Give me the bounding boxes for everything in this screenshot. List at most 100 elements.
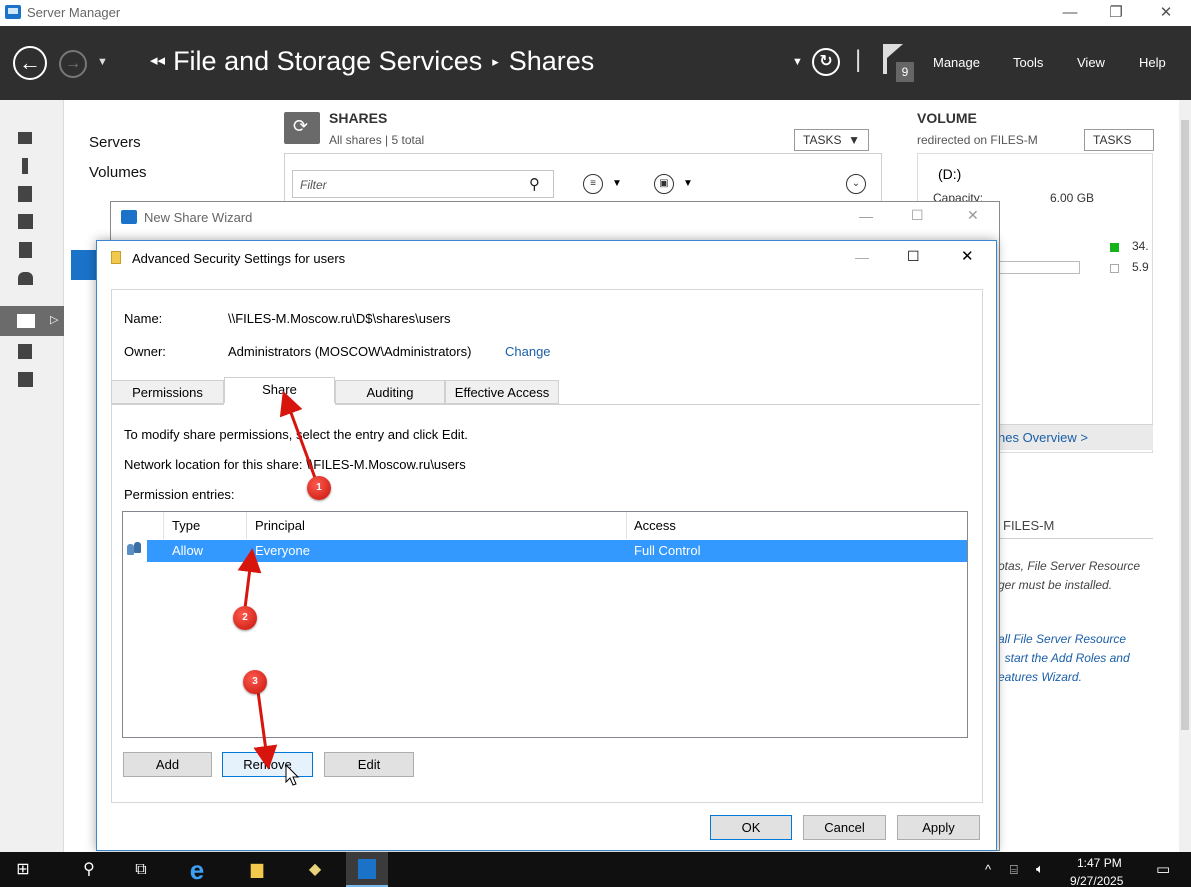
cancel-button[interactable]: Cancel xyxy=(803,815,886,840)
column-header-access[interactable]: Access xyxy=(634,518,676,533)
instruction-text: To modify share permissions, select the … xyxy=(124,427,468,442)
mouse-cursor-icon xyxy=(285,764,300,786)
all-servers-icon[interactable] xyxy=(18,186,34,202)
fsrm-server-title: FILES-M xyxy=(1003,518,1055,533)
wizard-maximize-button[interactable]: ☐ xyxy=(911,207,924,224)
fsrm-install-link-1[interactable]: all File Server Resource xyxy=(998,632,1126,646)
server-manager-taskbar-button[interactable] xyxy=(346,852,388,887)
column-separator xyxy=(626,512,627,539)
volume-tasks-button[interactable]: TASKS xyxy=(1084,129,1154,151)
shares-icon xyxy=(284,112,320,144)
role-icon[interactable] xyxy=(18,270,34,286)
name-label: Name: xyxy=(124,311,163,326)
tab-effective-access[interactable]: Effective Access xyxy=(445,380,559,404)
dns-icon[interactable] xyxy=(18,242,34,258)
forward-arrow-icon[interactable]: → xyxy=(59,50,87,78)
start-windows-icon[interactable]: ⊞ xyxy=(12,859,34,881)
scrollbar-thumb[interactable] xyxy=(1181,120,1189,730)
tab-permissions[interactable]: Permissions xyxy=(111,380,224,404)
column-header-principal[interactable]: Principal xyxy=(255,518,305,533)
breadcrumb-root[interactable]: File and Storage Services xyxy=(173,46,482,76)
server-manager-icon xyxy=(5,5,21,19)
local-server-icon[interactable] xyxy=(18,158,34,174)
save-query-icon[interactable]: ▣ xyxy=(654,174,674,194)
column-header-type[interactable]: Type xyxy=(172,518,200,533)
clock-date[interactable]: 9/27/2025 xyxy=(1070,874,1123,885)
shares-filter-input[interactable]: Filter ⚲ xyxy=(292,170,554,198)
capacity-bar xyxy=(994,261,1080,274)
volumes-overview-link[interactable]: nes Overview > xyxy=(998,430,1088,445)
main-scrollbar[interactable] xyxy=(1179,100,1191,852)
notifications-flag-icon[interactable]: 9 xyxy=(883,44,914,82)
apply-button[interactable]: Apply xyxy=(897,815,980,840)
row-type: Allow xyxy=(172,543,204,558)
action-center-icon[interactable]: ▭ xyxy=(1156,860,1170,878)
back-arrow-icon[interactable]: ← xyxy=(13,46,47,80)
shares-subtitle: All shares | 5 total xyxy=(329,133,425,147)
annotation-marker-2: 2 xyxy=(233,606,257,630)
list-options-icon[interactable]: ≡ xyxy=(583,174,603,194)
powershell-icon[interactable]: ◆ xyxy=(304,859,326,881)
menu-view[interactable]: View xyxy=(1077,55,1105,70)
search-icon[interactable]: ⚲ xyxy=(529,175,540,193)
internet-explorer-icon[interactable]: e xyxy=(186,857,208,883)
network-location-text: Network location for this share: \\FILES… xyxy=(124,457,466,472)
search-icon[interactable]: ⚲ xyxy=(78,859,100,881)
nav-servers[interactable]: Servers xyxy=(89,134,141,151)
used-space-value: 34. xyxy=(1132,239,1149,253)
icon-rail: ▷ xyxy=(0,100,64,852)
nav-volumes[interactable]: Volumes xyxy=(89,164,147,181)
add-button[interactable]: Add xyxy=(123,752,212,777)
wizard-title: New Share Wizard xyxy=(144,210,253,225)
volume-muted-icon[interactable]: 🔈︎ xyxy=(1036,861,1044,877)
expand-icon[interactable]: ⌄ xyxy=(846,174,866,194)
task-view-icon[interactable]: ⧉ xyxy=(130,859,152,881)
server-manager-header: ← → ▼ ◂◂ File and Storage Services ▸ Shares… xyxy=(0,26,1191,100)
volume-drive: (D:) xyxy=(938,166,962,182)
iis-icon[interactable] xyxy=(18,344,34,360)
wizard-minimize-button[interactable]: — xyxy=(859,208,873,224)
file-explorer-icon[interactable]: ▆ xyxy=(246,859,268,881)
edit-button[interactable]: Edit xyxy=(324,752,414,777)
dialog-close-button[interactable]: ✕ xyxy=(961,247,974,265)
shares-tasks-button[interactable]: TASKS ▼ xyxy=(794,129,870,151)
history-dropdown-icon[interactable]: ▼ xyxy=(97,56,108,68)
network-icon[interactable]: ⌸ xyxy=(1010,862,1018,878)
clock-time[interactable]: 1:47 PM xyxy=(1077,856,1122,870)
breadcrumb-dropdown-icon[interactable]: ▼ xyxy=(792,56,803,68)
owner-change-link[interactable]: Change xyxy=(505,344,551,359)
breadcrumb: ◂◂ File and Storage Services ▸ Shares xyxy=(150,46,594,77)
menu-manage[interactable]: Manage xyxy=(933,55,980,70)
tab-auditing[interactable]: Auditing xyxy=(335,380,445,404)
dashboard-icon[interactable] xyxy=(18,130,34,146)
free-space-swatch xyxy=(1110,264,1119,273)
restore-button[interactable]: ❐ xyxy=(1096,2,1136,24)
minimize-button[interactable]: — xyxy=(1050,2,1090,24)
menu-help[interactable]: Help xyxy=(1139,55,1166,70)
fsrm-install-link-3[interactable]: eatures Wizard. xyxy=(998,670,1082,684)
folder-icon xyxy=(111,251,121,264)
file-storage-services-icon[interactable]: ▷ xyxy=(0,306,64,336)
ok-button[interactable]: OK xyxy=(710,815,792,840)
dialog-maximize-button[interactable]: ☐ xyxy=(907,248,920,265)
close-button[interactable]: ✕ xyxy=(1146,2,1186,24)
breadcrumb-page: Shares xyxy=(508,46,595,76)
dialog-minimize-button[interactable]: — xyxy=(855,249,869,265)
table-row[interactable]: Allow Everyone Full Control xyxy=(147,540,967,562)
remote-access-icon[interactable] xyxy=(18,372,34,388)
owner-value: Administrators (MOSCOW\Administrators) xyxy=(228,344,472,359)
ad-ds-icon[interactable] xyxy=(18,214,34,230)
breadcrumb-back-icon[interactable]: ◂◂ xyxy=(150,52,165,69)
refresh-icon[interactable]: ↻ xyxy=(812,48,840,76)
menu-tools[interactable]: Tools xyxy=(1013,55,1043,70)
filter-placeholder: Filter xyxy=(300,178,327,192)
used-space-swatch xyxy=(1110,243,1119,252)
shares-title: SHARES xyxy=(329,110,388,126)
tray-chevron-icon[interactable]: ^ xyxy=(985,862,991,877)
list-options-dropdown-icon[interactable]: ▼ xyxy=(612,178,622,189)
save-query-dropdown-icon[interactable]: ▼ xyxy=(683,178,693,189)
fsrm-install-link-2[interactable]: , start the Add Roles and xyxy=(998,651,1130,665)
name-value: \\FILES-M.Moscow.ru\D$\shares\users xyxy=(228,311,451,326)
wizard-close-button[interactable]: ✕ xyxy=(967,207,979,224)
tab-share[interactable]: Share xyxy=(224,377,335,405)
